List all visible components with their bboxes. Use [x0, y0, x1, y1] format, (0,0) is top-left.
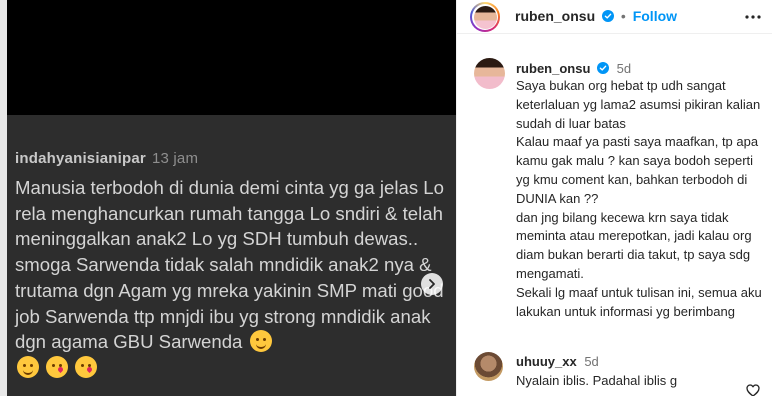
comment-user-line: uhuuy_xx 5d	[516, 354, 599, 369]
next-image-button[interactable]	[421, 273, 443, 295]
header-avatar[interactable]	[470, 2, 500, 32]
comment-body: Saya bukan org hebat tp udh sangat keter…	[516, 78, 762, 319]
post-comment-time: 13 jam	[151, 150, 199, 167]
more-options-icon[interactable]	[744, 9, 762, 25]
verified-icon	[602, 10, 615, 22]
left-edge-strip	[0, 0, 7, 396]
comment-text: Nyalain iblis. Padahal iblis g	[516, 373, 678, 388]
follow-button[interactable]: Follow	[633, 8, 677, 24]
hug-emoji-icon	[17, 355, 39, 378]
comment-text: Saya bukan org hebat tp udh sangat keter…	[516, 77, 766, 321]
post-header: ruben_onsu • Follow	[457, 0, 772, 34]
comment-username[interactable]: uhuuy_xx	[516, 354, 577, 369]
avatar[interactable]	[474, 352, 503, 381]
header-user-line: ruben_onsu • Follow	[515, 8, 677, 24]
header-separator: •	[620, 8, 626, 24]
comment-username[interactable]: ruben_onsu	[516, 61, 590, 76]
comment-user-line: ruben_onsu 5d	[516, 61, 631, 76]
post-comment-text: Manusia terbodoh di dunia demi cinta yg …	[15, 175, 451, 381]
comment-time[interactable]: 5d	[617, 61, 631, 76]
hug-emoji-icon	[249, 330, 272, 353]
post-comment-username-text: indahyanisianipar	[15, 150, 146, 167]
kiss-emoji-icon	[46, 355, 69, 378]
post-image-top-area	[7, 0, 456, 115]
post-image: indahyanisianipar 13 jam Manusia terbodoh…	[0, 0, 456, 396]
next-arrow-icon	[429, 279, 435, 289]
kiss-emoji-icon	[75, 355, 98, 378]
post-comment-username: indahyanisianipar 13 jam	[15, 150, 198, 167]
avatar[interactable]	[474, 58, 505, 89]
post-side-panel: ruben_onsu • Follow ruben_onsu 5d Saya b…	[456, 0, 772, 396]
header-username[interactable]: ruben_onsu	[515, 8, 595, 24]
heart-icon[interactable]	[746, 384, 760, 396]
verified-icon	[597, 62, 610, 74]
comment-time[interactable]: 5d	[584, 354, 598, 369]
post-comment-body: Manusia terbodoh di dunia demi cinta yg …	[15, 177, 444, 353]
